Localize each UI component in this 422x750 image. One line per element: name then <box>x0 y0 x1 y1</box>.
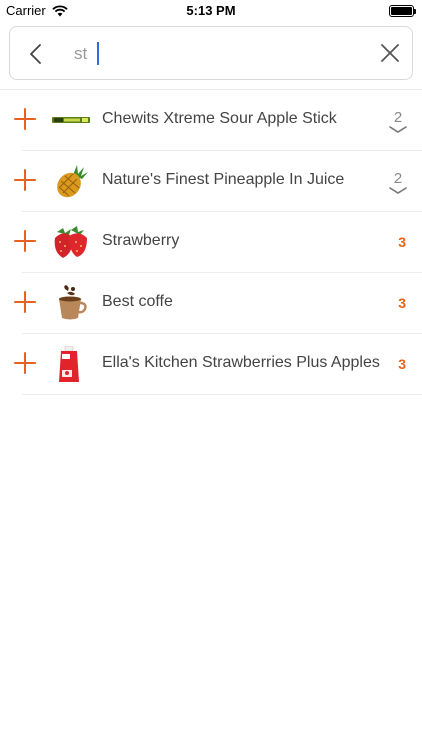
search-input[interactable] <box>74 39 364 69</box>
list-item[interactable]: Chewits Xtreme Sour Apple Stick 2 <box>0 90 422 151</box>
product-title: Strawberry <box>102 232 180 249</box>
add-icon[interactable] <box>14 230 36 252</box>
list-item[interactable]: Ella's Kitchen Strawberries Plus Apples … <box>0 334 422 395</box>
quantity-badge[interactable]: 3 <box>398 234 406 250</box>
coffee-cup-icon <box>51 285 91 321</box>
chevron-down-icon <box>389 187 407 194</box>
strawberry-icon <box>51 224 91 260</box>
quantity-dropdown[interactable]: 2 <box>388 171 408 195</box>
text-cursor <box>97 42 99 65</box>
list-item[interactable]: Strawberry 3 <box>0 212 422 273</box>
product-title: Chewits Xtreme Sour Apple Stick <box>102 110 337 127</box>
battery-icon <box>389 5 416 17</box>
quantity-badge[interactable]: 3 <box>398 356 406 372</box>
product-title: Best coffe <box>102 293 173 310</box>
add-icon[interactable] <box>14 291 36 313</box>
quantity-badge[interactable]: 3 <box>398 295 406 311</box>
quantity-value: 2 <box>393 109 403 126</box>
baby-food-pouch-icon <box>51 345 91 382</box>
row-divider <box>22 394 422 395</box>
list-item[interactable]: Nature's Finest Pineapple In Juice 2 <box>0 151 422 212</box>
quantity-dropdown[interactable]: 2 <box>388 110 408 134</box>
add-icon[interactable] <box>14 352 36 374</box>
quantity-value: 2 <box>393 170 403 187</box>
list-item[interactable]: Best coffe 3 <box>0 273 422 334</box>
search-results-list: Chewits Xtreme Sour Apple Stick 2 Nature… <box>0 90 422 395</box>
add-icon[interactable] <box>14 108 36 130</box>
pineapple-icon <box>51 163 91 199</box>
product-title: Nature's Finest Pineapple In Juice <box>102 171 345 188</box>
clock: 5:13 PM <box>186 3 236 18</box>
search-bar <box>9 26 413 80</box>
add-icon[interactable] <box>14 169 36 191</box>
back-chevron-icon[interactable] <box>24 41 50 67</box>
close-icon[interactable] <box>380 43 400 63</box>
chevron-down-icon <box>389 126 407 133</box>
candy-stick-icon <box>51 102 91 138</box>
product-title: Ella's Kitchen Strawberries Plus Apples <box>102 354 380 371</box>
status-bar: Carrier 5:13 PM <box>0 0 422 22</box>
